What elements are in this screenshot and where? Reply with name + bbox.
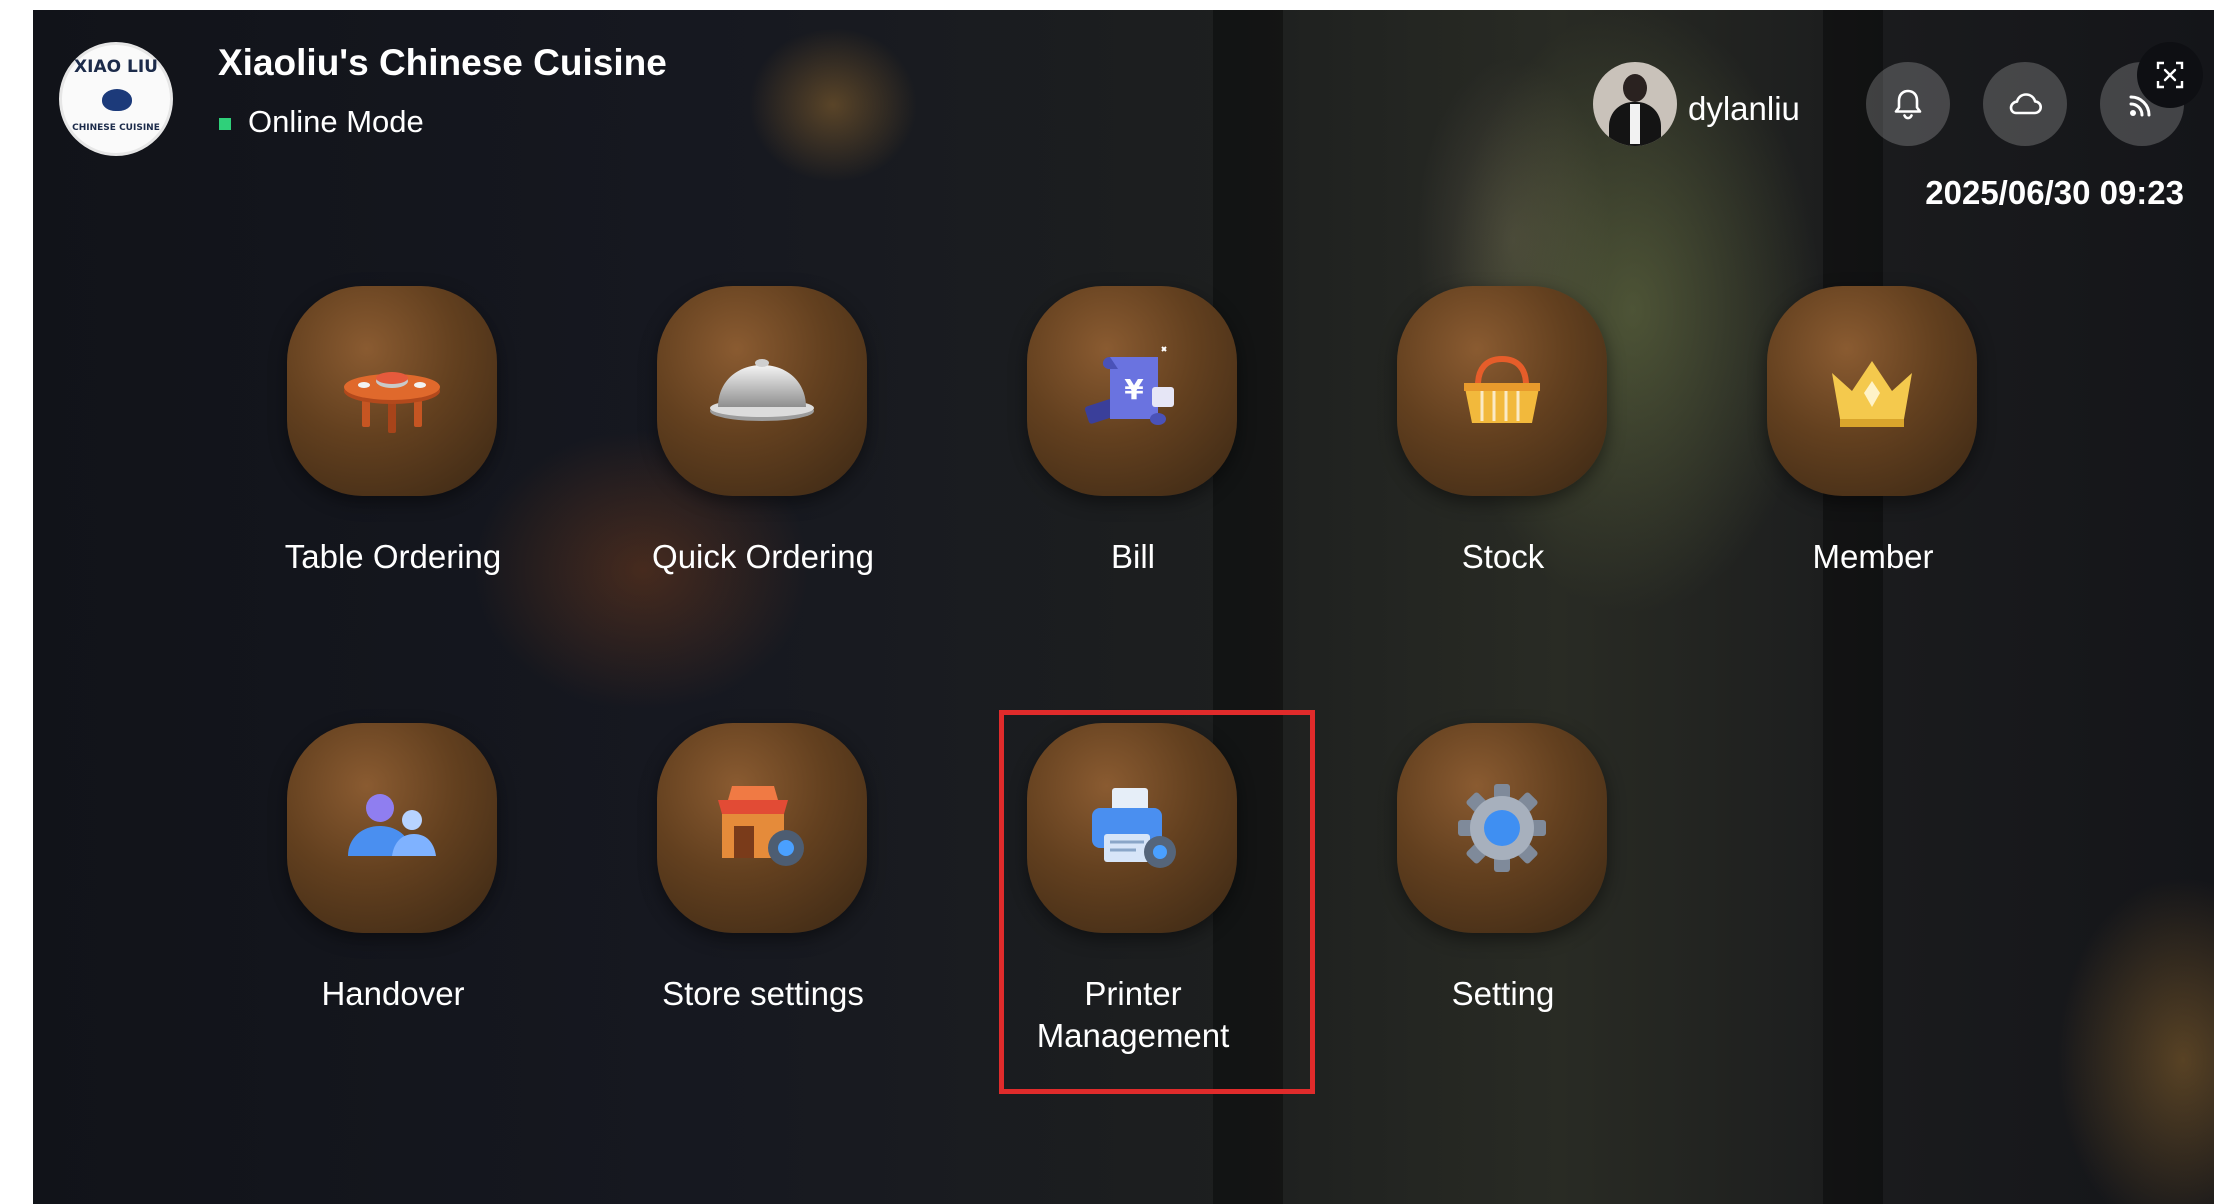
- menu-tile-label: Stock: [1461, 538, 1545, 575]
- printer-management-highlight: [999, 710, 1315, 1094]
- bell-icon: [1894, 89, 1922, 120]
- logo-bowl-mark: [102, 89, 132, 111]
- table-icon: [344, 372, 440, 433]
- gear-icon: [1458, 784, 1546, 872]
- online-status-dot: [219, 118, 231, 130]
- tile-icon-box: ¥: [1027, 286, 1237, 496]
- store-logo: XIAO LIU CHINESE CUISINE: [59, 42, 173, 156]
- menu-tile-store-settings[interactable]: Store settings: [653, 723, 873, 1063]
- tile-icon-box: [657, 286, 867, 496]
- svg-text:¥: ¥: [1124, 373, 1144, 406]
- menu-tile-label: Bill: [1110, 538, 1155, 575]
- menu-tile-handover[interactable]: Handover: [283, 723, 503, 1063]
- tile-icon-box: [1767, 286, 1977, 496]
- tile-icon-box: [1397, 286, 1607, 496]
- menu-tile-label: Table Ordering: [284, 538, 502, 575]
- users-icon: [348, 794, 436, 856]
- menu-tile-quick-ordering[interactable]: Quick Ordering: [652, 286, 874, 626]
- basket-icon: [1464, 355, 1540, 423]
- username[interactable]: dylanliu: [1688, 90, 1800, 128]
- tile-icon-box: [657, 723, 867, 933]
- online-mode-label: Online Mode: [248, 104, 424, 139]
- logo-text-top: XIAO LIU: [74, 57, 158, 77]
- menu-tile-stock[interactable]: Stock: [1393, 286, 1613, 626]
- menu-tile-label: Store settings: [662, 975, 864, 1012]
- bill-icon: ¥: [1084, 346, 1174, 425]
- scan-icon: [2156, 61, 2184, 89]
- avatar-head: [1623, 74, 1647, 102]
- pos-home-screen: XIAO LIU CHINESE CUISINE Xiaoliu's Chine…: [33, 10, 2214, 1204]
- menu-tile-label: Quick Ordering: [652, 538, 874, 575]
- screenshot-button[interactable]: [2137, 42, 2203, 108]
- menu-tile-member[interactable]: Member: [1763, 286, 1983, 626]
- logo-text-bottom: CHINESE CUISINE: [72, 123, 160, 133]
- cloud-sync-button[interactable]: [1983, 62, 2067, 146]
- menu-tile-label: Handover: [321, 975, 465, 1012]
- user-avatar[interactable]: [1593, 62, 1677, 146]
- tile-icon-box: [287, 286, 497, 496]
- menu-tile-label: Member: [1812, 538, 1934, 575]
- notification-button[interactable]: [1866, 62, 1950, 146]
- menu-tile-bill[interactable]: ¥ Bill: [1023, 286, 1243, 626]
- menu-tile-table-ordering[interactable]: Table Ordering: [283, 286, 503, 626]
- cloche-icon: [710, 359, 814, 421]
- store-name: Xiaoliu's Chinese Cuisine: [218, 42, 667, 83]
- current-datetime: 2025/06/30 09:23: [1925, 174, 2184, 211]
- tile-icon-box: [1397, 723, 1607, 933]
- avatar-shirt: [1630, 104, 1640, 144]
- store-gear-icon: [718, 786, 804, 866]
- cloud-icon: [2009, 93, 2042, 115]
- menu-tile-setting[interactable]: Setting: [1393, 723, 1613, 1063]
- tile-icon-box: [287, 723, 497, 933]
- crown-icon: [1832, 361, 1912, 427]
- menu-tile-label: Setting: [1451, 975, 1555, 1012]
